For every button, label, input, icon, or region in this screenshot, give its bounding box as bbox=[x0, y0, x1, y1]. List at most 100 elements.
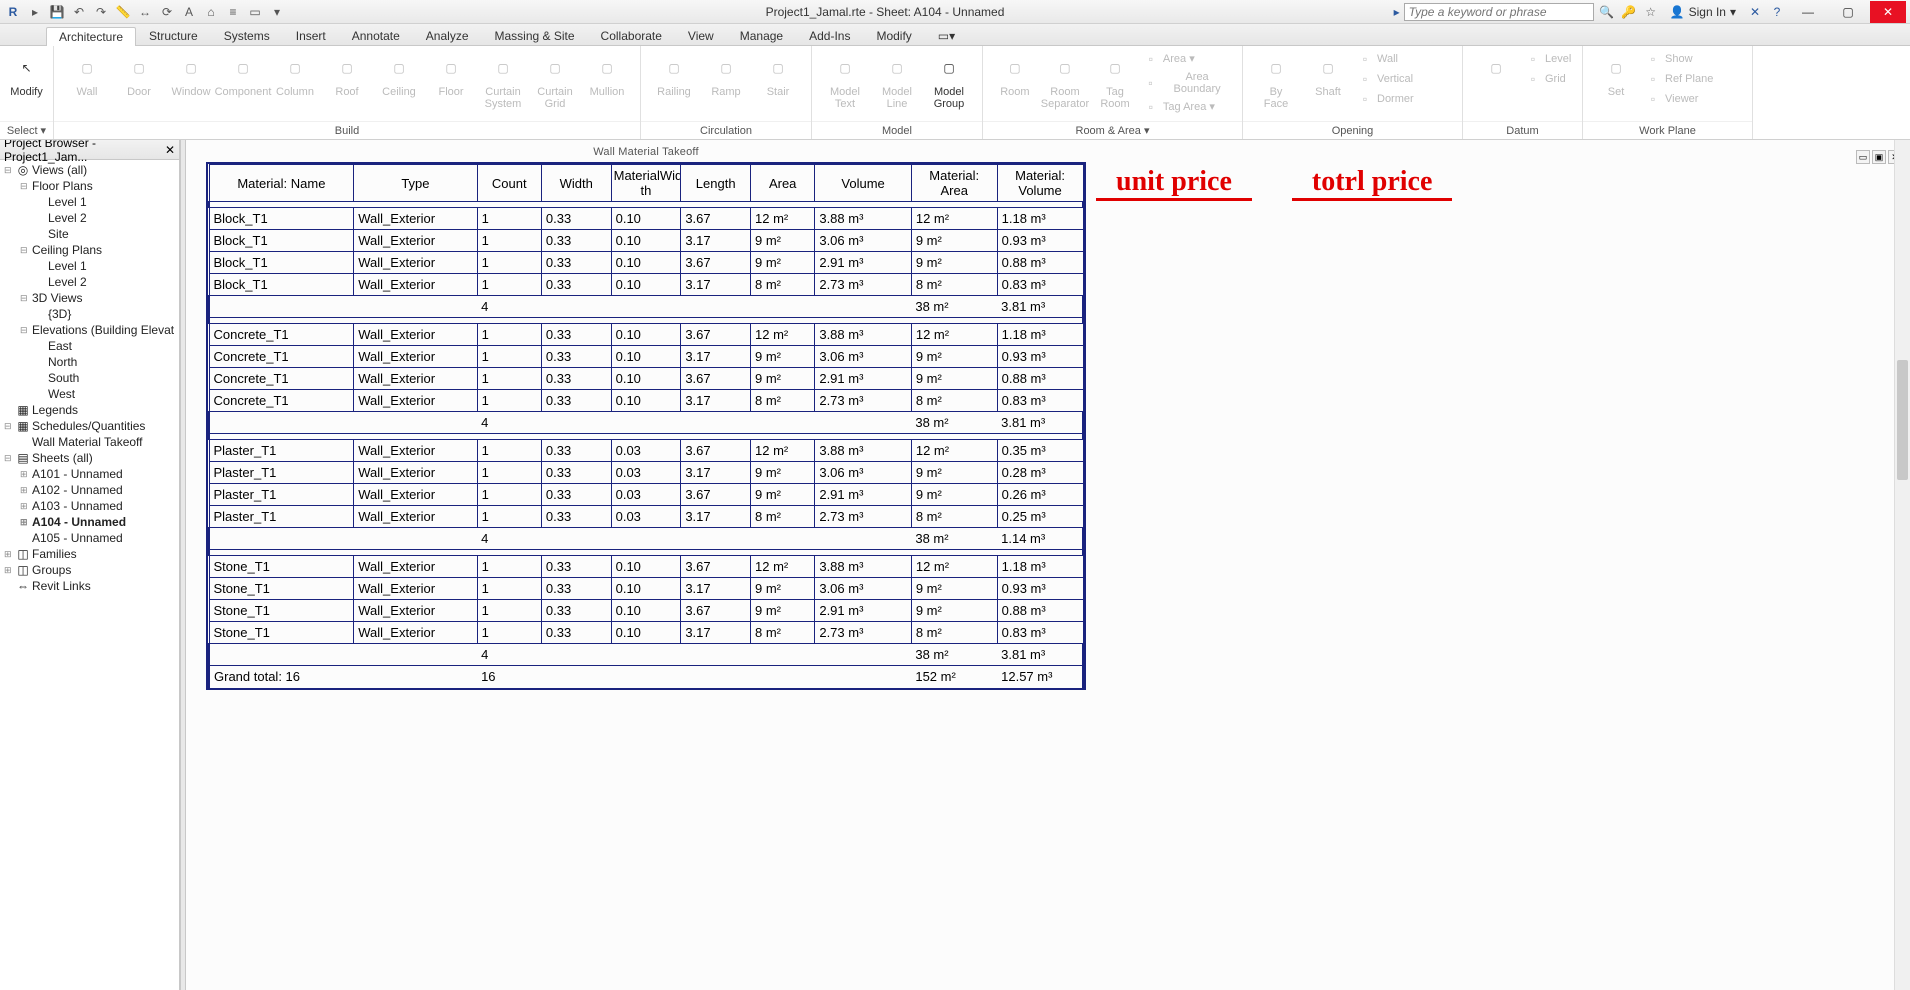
ribbon-column[interactable]: ▢Column bbox=[270, 50, 320, 100]
ribbon-ref-plane[interactable]: ▫Ref Plane bbox=[1643, 70, 1715, 88]
ribbon-window[interactable]: ▢Window bbox=[166, 50, 216, 100]
tree-node[interactable]: ⊞A102 - Unnamed bbox=[0, 482, 179, 498]
ribbon-wall[interactable]: ▢Wall bbox=[62, 50, 112, 100]
tree-node[interactable]: ⇔Revit Links bbox=[0, 578, 179, 594]
close-button[interactable]: ✕ bbox=[1870, 1, 1906, 23]
ribbon-room-separator[interactable]: ▢RoomSeparator bbox=[1041, 50, 1089, 112]
modify-tool[interactable]: ↖Modify bbox=[8, 50, 45, 100]
ribbon-curtain-system[interactable]: ▢CurtainSystem bbox=[478, 50, 528, 112]
table-row[interactable]: Concrete_T1Wall_Exterior10.330.103.178 m… bbox=[209, 390, 1083, 412]
help-icon[interactable]: ? bbox=[1768, 3, 1786, 21]
ribbon-tab-systems[interactable]: Systems bbox=[211, 26, 283, 45]
search-icon[interactable]: 🔍 bbox=[1598, 3, 1616, 21]
measure-icon[interactable]: 📏 bbox=[114, 3, 132, 21]
redo-icon[interactable]: ↷ bbox=[92, 3, 110, 21]
table-row[interactable]: Stone_T1Wall_Exterior10.330.103.679 m²2.… bbox=[209, 600, 1083, 622]
ribbon-ramp[interactable]: ▢Ramp bbox=[701, 50, 751, 100]
3d-icon[interactable]: ⌂ bbox=[202, 3, 220, 21]
tree-node[interactable]: East bbox=[0, 338, 179, 354]
ribbon-shaft[interactable]: ▢Shaft bbox=[1303, 50, 1353, 100]
tree-node[interactable]: ⊟◎Views (all) bbox=[0, 162, 179, 178]
ribbon-tab-massing-site[interactable]: Massing & Site bbox=[482, 26, 588, 45]
ribbon-viewer[interactable]: ▫Viewer bbox=[1643, 90, 1715, 108]
drawing-canvas[interactable]: Wall Material Takeoff Material: NameType… bbox=[186, 140, 1910, 990]
tree-node[interactable]: ⊞A104 - Unnamed bbox=[0, 514, 179, 530]
dim-icon[interactable]: ↔ bbox=[136, 3, 154, 21]
ribbon-tag-room[interactable]: ▢TagRoom bbox=[1091, 50, 1139, 112]
ribbon-stair[interactable]: ▢Stair bbox=[753, 50, 803, 100]
tree-node[interactable]: ⊞A103 - Unnamed bbox=[0, 498, 179, 514]
ribbon-model-group[interactable]: ▢ModelGroup bbox=[924, 50, 974, 112]
table-row[interactable]: Stone_T1Wall_Exterior10.330.103.6712 m²3… bbox=[209, 556, 1083, 578]
ribbon-tab-view[interactable]: View bbox=[675, 26, 727, 45]
minimize-button[interactable]: — bbox=[1790, 1, 1826, 23]
ribbon-tab-collaborate[interactable]: Collaborate bbox=[588, 26, 675, 45]
tree-node[interactable]: South bbox=[0, 370, 179, 386]
tree-node[interactable]: ⊟Floor Plans bbox=[0, 178, 179, 194]
table-row[interactable]: Block_T1Wall_Exterior10.330.103.178 m²2.… bbox=[209, 274, 1083, 296]
ribbon-model-text[interactable]: ▢ModelText bbox=[820, 50, 870, 112]
sign-in-button[interactable]: 👤 Sign In ▾ bbox=[1664, 5, 1742, 19]
save-icon[interactable]: 💾 bbox=[48, 3, 66, 21]
table-row[interactable]: Stone_T1Wall_Exterior10.330.103.178 m²2.… bbox=[209, 622, 1083, 644]
ribbon--[interactable]: ▢ bbox=[1471, 50, 1521, 100]
text-icon[interactable]: A bbox=[180, 3, 198, 21]
maximize-button[interactable]: ▢ bbox=[1830, 1, 1866, 23]
ribbon-vertical[interactable]: ▫Vertical bbox=[1355, 70, 1416, 88]
ribbon-level[interactable]: ▫Level bbox=[1523, 50, 1573, 68]
tree-node[interactable]: ⊞◫Families bbox=[0, 546, 179, 562]
table-row[interactable]: Concrete_T1Wall_Exterior10.330.103.679 m… bbox=[209, 368, 1083, 390]
tree-node[interactable]: ⊞◫Groups bbox=[0, 562, 179, 578]
tree-node[interactable]: ⊟3D Views bbox=[0, 290, 179, 306]
star-icon[interactable]: ☆ bbox=[1642, 3, 1660, 21]
tree-node[interactable]: {3D} bbox=[0, 306, 179, 322]
table-row[interactable]: Block_T1Wall_Exterior10.330.103.679 m²2.… bbox=[209, 252, 1083, 274]
app-menu-icon[interactable]: R bbox=[4, 3, 22, 21]
ribbon-tab-structure[interactable]: Structure bbox=[136, 26, 211, 45]
ribbon-tab-analyze[interactable]: Analyze bbox=[413, 26, 482, 45]
tree-node[interactable]: ⊟Ceiling Plans bbox=[0, 242, 179, 258]
close-hidden-icon[interactable]: ▾ bbox=[268, 3, 286, 21]
tree-node[interactable]: Level 1 bbox=[0, 258, 179, 274]
ribbon-floor[interactable]: ▢Floor bbox=[426, 50, 476, 100]
tree-node[interactable]: Site bbox=[0, 226, 179, 242]
open-icon[interactable]: ▸ bbox=[26, 3, 44, 21]
ribbon-tab-modify[interactable]: Modify bbox=[863, 26, 924, 45]
ribbon-door[interactable]: ▢Door bbox=[114, 50, 164, 100]
ribbon-component[interactable]: ▢Component bbox=[218, 50, 268, 100]
ribbon-area-[interactable]: ▫Area ▾ bbox=[1141, 50, 1234, 68]
ribbon-show[interactable]: ▫Show bbox=[1643, 50, 1715, 68]
thin-icon[interactable]: ▭ bbox=[246, 3, 264, 21]
panel-close-icon[interactable]: ✕ bbox=[165, 143, 175, 157]
table-row[interactable]: Block_T1Wall_Exterior10.330.103.6712 m²3… bbox=[209, 208, 1083, 230]
ribbon-room[interactable]: ▢Room bbox=[991, 50, 1039, 100]
tree-node[interactable]: ⊞A101 - Unnamed bbox=[0, 466, 179, 482]
tree-node[interactable]: ▦Legends bbox=[0, 402, 179, 418]
exchange-icon[interactable]: ✕ bbox=[1746, 3, 1764, 21]
table-row[interactable]: Plaster_T1Wall_Exterior10.330.033.679 m²… bbox=[209, 484, 1083, 506]
table-row[interactable]: Plaster_T1Wall_Exterior10.330.033.6712 m… bbox=[209, 440, 1083, 462]
ribbon-tab-annotate[interactable]: Annotate bbox=[339, 26, 413, 45]
select-panel-label[interactable]: Select ▾ bbox=[0, 121, 53, 139]
tree-node[interactable]: ⊟▦Schedules/Quantities bbox=[0, 418, 179, 434]
sync-icon[interactable]: ⟳ bbox=[158, 3, 176, 21]
table-row[interactable]: Block_T1Wall_Exterior10.330.103.179 m²3.… bbox=[209, 230, 1083, 252]
ribbon-curtain-grid[interactable]: ▢CurtainGrid bbox=[530, 50, 580, 112]
ribbon-grid[interactable]: ▫Grid bbox=[1523, 70, 1573, 88]
ribbon-by-face[interactable]: ▢ByFace bbox=[1251, 50, 1301, 112]
table-row[interactable]: Concrete_T1Wall_Exterior10.330.103.6712 … bbox=[209, 324, 1083, 346]
ribbon-railing[interactable]: ▢Railing bbox=[649, 50, 699, 100]
ribbon-wall[interactable]: ▫Wall bbox=[1355, 50, 1416, 68]
vertical-scrollbar[interactable] bbox=[1894, 140, 1910, 990]
table-row[interactable]: Plaster_T1Wall_Exterior10.330.033.178 m²… bbox=[209, 506, 1083, 528]
undo-icon[interactable]: ↶ bbox=[70, 3, 88, 21]
ribbon-set[interactable]: ▢Set bbox=[1591, 50, 1641, 100]
ribbon-ceiling[interactable]: ▢Ceiling bbox=[374, 50, 424, 100]
tree-node[interactable]: ⊟▤Sheets (all) bbox=[0, 450, 179, 466]
ribbon-tag-area-[interactable]: ▫Tag Area ▾ bbox=[1141, 98, 1234, 116]
tree-node[interactable]: Level 1 bbox=[0, 194, 179, 210]
tree-node[interactable]: Level 2 bbox=[0, 210, 179, 226]
ribbon-mullion[interactable]: ▢Mullion bbox=[582, 50, 632, 100]
ribbon-tab-manage[interactable]: Manage bbox=[727, 26, 796, 45]
tree-node[interactable]: North bbox=[0, 354, 179, 370]
